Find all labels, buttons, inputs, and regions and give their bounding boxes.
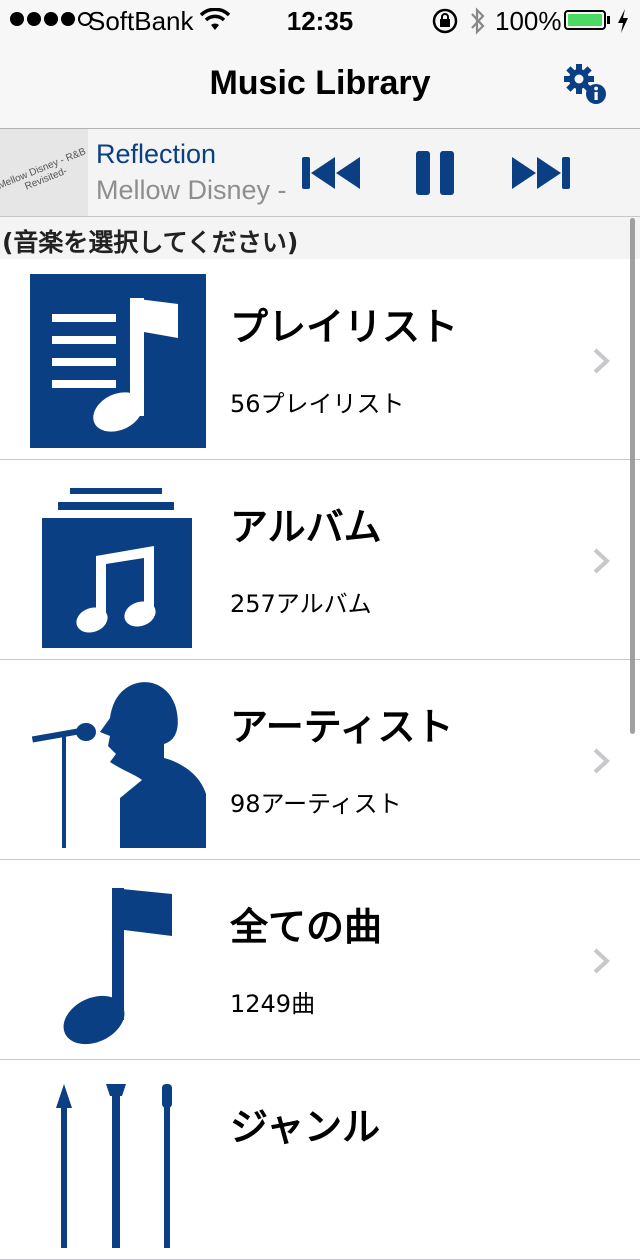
list-item-label: アーティスト [230,705,454,749]
navigation-bar: Music Library [0,40,640,129]
section-header: (音楽を選択してください) [0,217,640,259]
page-title: Music Library [209,64,431,102]
previous-track-icon[interactable] [300,151,364,195]
section-header-label: (音楽を選択してください) [2,228,299,257]
chevron-right-icon [593,948,610,974]
song-note-icon [63,888,172,1045]
charging-icon [618,9,628,33]
artist-icon [31,682,206,848]
now-playing-artist: Mellow Disney - [96,175,287,205]
bluetooth-icon [471,7,485,35]
rotation-lock-icon [432,8,458,34]
list-item-albums[interactable]: アルバム 257アルバム [0,460,640,660]
genre-icon [56,1084,172,1248]
list-item-count: 257アルバム [230,590,372,618]
list-item-genres[interactable]: ジャンル [0,1060,640,1260]
list-item-artists[interactable]: アーティスト 98アーティスト [0,660,640,860]
list-item-label: ジャンル [230,1105,381,1149]
chevron-right-icon [593,748,610,774]
list-item-count: 98アーティスト [230,790,402,818]
battery-percent: 100% [495,6,562,36]
battery-fill [568,14,602,26]
now-playing-title: Reflection [96,139,217,169]
pause-icon[interactable] [406,151,470,195]
chevron-right-icon [593,348,610,374]
album-icon [42,488,192,648]
list-item-all-songs[interactable]: 全ての曲 1249曲 [0,860,640,1060]
next-track-icon[interactable] [508,151,572,195]
album-artwork[interactable]: Mellow Disney - R&B Revisited- [0,129,88,216]
settings-info-icon[interactable] [560,60,610,110]
battery-icon [564,10,606,30]
album-artwork-text: Mellow Disney - R&B Revisited- [0,146,88,193]
list-item-label: プレイリスト [230,305,459,349]
list-item-label: 全ての曲 [230,905,383,949]
chevron-right-icon [593,548,610,574]
now-playing-bar[interactable]: Mellow Disney - R&B Revisited- Reflectio… [0,129,640,217]
list-item-count: 56プレイリスト [230,390,405,418]
playlist-icon [30,274,206,448]
list-item-playlists[interactable]: プレイリスト 56プレイリスト [0,260,640,460]
scroll-indicator [630,218,635,734]
status-bar: SoftBank 12:35 100% [0,0,640,40]
list-item-label: アルバム [230,505,382,549]
list-item-count: 1249曲 [230,990,316,1018]
